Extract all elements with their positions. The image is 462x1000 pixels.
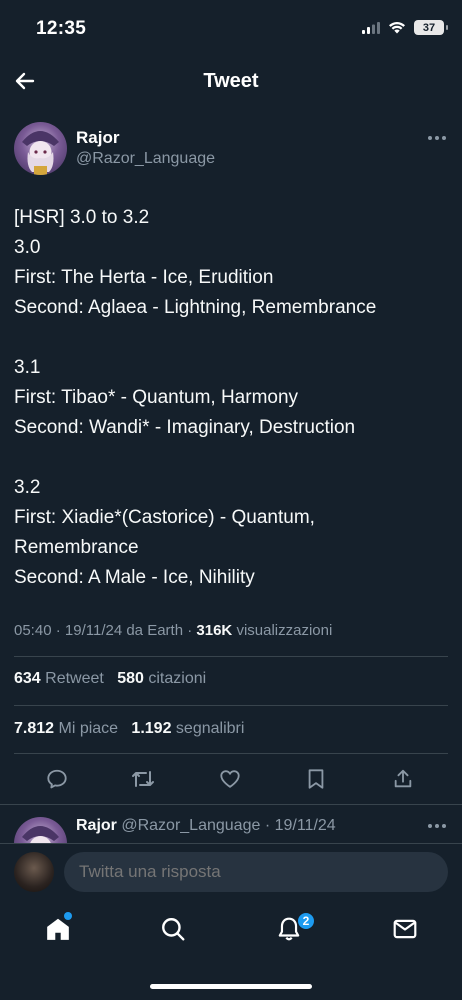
signal-icon: [362, 21, 380, 34]
tweet-line: Second: Wandi* - Imaginary, Destruction: [14, 417, 356, 438]
home-indicator: [150, 984, 312, 989]
views-count: 316K: [196, 622, 233, 639]
tab-search[interactable]: [156, 912, 190, 946]
home-unread-dot: [64, 912, 72, 920]
bookmarks-stat[interactable]: 1.192 segnalibri: [131, 720, 244, 737]
divider: [14, 656, 448, 657]
more-icon-dot: [442, 136, 446, 140]
mail-icon: [393, 919, 417, 939]
tweet-time: 05:40: [14, 622, 52, 639]
like-icon: [220, 770, 240, 788]
tweet-line: [HSR] 3.0 to 3.2: [14, 207, 150, 228]
tweet-line: Remembrance: [14, 537, 139, 558]
status-time: 12:35: [36, 18, 87, 39]
bookmark-icon: [308, 769, 324, 789]
author-handle[interactable]: @Razor_Language: [76, 150, 215, 168]
battery-indicator: 37: [414, 20, 448, 35]
page-title: Tweet: [203, 70, 259, 92]
bookmarks-label: segnalibri: [175, 720, 245, 737]
tweet-text: [HSR] 3.0 to 3.2 3.0 First: The Herta - …: [14, 203, 444, 593]
current-user-avatar[interactable]: [14, 852, 54, 892]
likes-count: 7.812: [14, 720, 55, 737]
like-stats: 7.812 Mi piace 1.192 segnalibri: [14, 720, 244, 738]
retweet-icon: [132, 771, 154, 787]
more-icon-dot: [435, 136, 439, 140]
more-icon-dot: [435, 824, 439, 828]
tweet-line: 3.0: [14, 237, 41, 258]
status-icons: 37: [362, 20, 448, 35]
tweet-date: 19/11/24: [64, 622, 123, 639]
tweet-source: da Earth: [126, 622, 184, 639]
tweet-line: 3.1: [14, 357, 41, 378]
like-button[interactable]: [213, 762, 247, 796]
share-button[interactable]: [386, 762, 420, 796]
tab-messages[interactable]: [388, 912, 422, 946]
search-icon: [162, 918, 185, 941]
views-label[interactable]: visualizzazioni: [236, 622, 332, 639]
reply-author-name: Rajor: [76, 817, 117, 834]
reply-author-handle-date: @Razor_Language · 19/11/24: [121, 817, 336, 834]
share-icon: [394, 769, 412, 788]
divider: [14, 705, 448, 706]
author-name[interactable]: Rajor: [76, 128, 119, 148]
likes-stat[interactable]: 7.812 Mi piace: [14, 720, 118, 737]
reply-more-options-button[interactable]: [428, 824, 446, 828]
wifi-icon: [389, 22, 405, 34]
likes-label: Mi piace: [58, 720, 119, 737]
retweets-count: 634: [14, 670, 41, 687]
tweet-meta: 05:40 · 19/11/24 da Earth · 316K visuali…: [14, 622, 333, 639]
retweets-stat[interactable]: 634 Retweet: [14, 670, 104, 687]
tweet-line: First: Tibao* - Quantum, Harmony: [14, 387, 299, 408]
author-avatar[interactable]: [14, 122, 67, 175]
divider: [0, 804, 462, 805]
tweet-line: First: The Herta - Ice, Erudition: [14, 267, 274, 288]
tweet-line: First: Xiadie*(Castorice) - Quantum,: [14, 507, 315, 528]
more-icon: [428, 136, 432, 140]
reply-icon: [47, 769, 67, 789]
more-icon-dot: [442, 824, 446, 828]
more-options-button[interactable]: [428, 136, 446, 140]
quotes-label: citazioni: [148, 670, 207, 687]
quotes-count: 580: [117, 670, 144, 687]
battery-level: 37: [422, 21, 436, 34]
bookmarks-count: 1.192: [131, 720, 172, 737]
reply-button[interactable]: [40, 762, 74, 796]
retweets-label: Retweet: [45, 670, 104, 687]
divider: [14, 753, 448, 754]
reply-author-line[interactable]: Rajor @Razor_Language · 19/11/24: [76, 817, 336, 835]
retweet-stats: 634 Retweet 580 citazioni: [14, 670, 206, 688]
more-icon: [428, 824, 432, 828]
retweet-button[interactable]: [126, 762, 160, 796]
reply-input[interactable]: [64, 852, 448, 892]
tweet-line: Second: Aglaea - Lightning, Remembrance: [14, 297, 377, 318]
tweet-line: Second: A Male - Ice, Nihility: [14, 567, 255, 588]
bookmark-button[interactable]: [299, 762, 333, 796]
notification-badge: 2: [297, 912, 315, 930]
quotes-stat[interactable]: 580 citazioni: [117, 670, 206, 687]
avatar-image: [22, 131, 59, 175]
tweet-line: 3.2: [14, 477, 41, 498]
